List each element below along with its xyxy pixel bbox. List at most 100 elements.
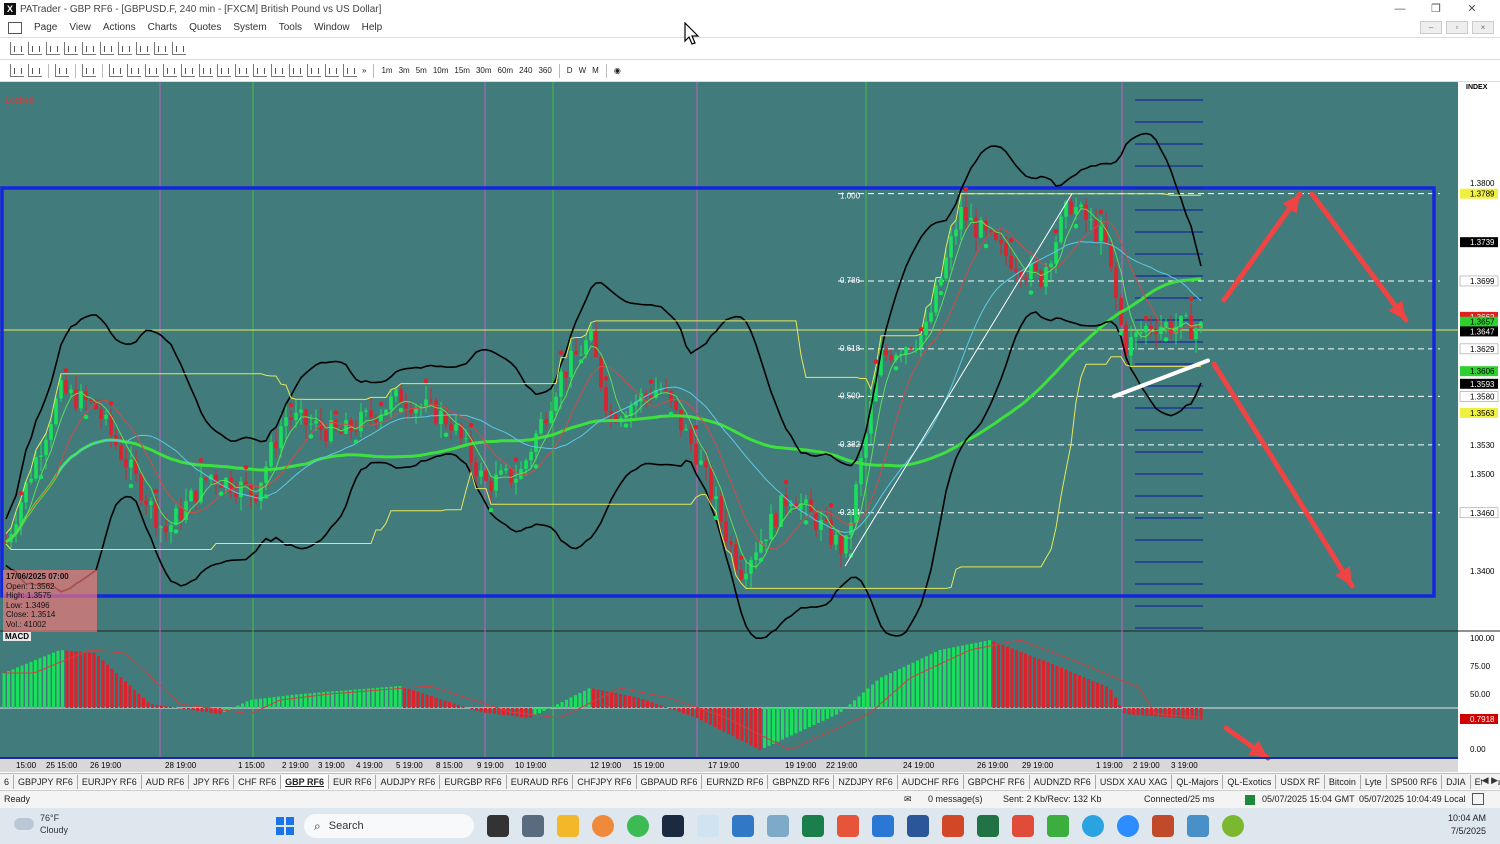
menu-actions[interactable]: Actions bbox=[97, 18, 142, 38]
kagi-chart-icon[interactable] bbox=[136, 42, 150, 55]
file-explorer-icon[interactable] bbox=[556, 815, 579, 837]
mdi-minimize-button[interactable]: – bbox=[1420, 21, 1442, 34]
symbol-tab[interactable]: EURJPY RF6 bbox=[78, 774, 142, 789]
menu-charts[interactable]: Charts bbox=[142, 18, 183, 38]
zoom-icon[interactable] bbox=[1116, 815, 1139, 837]
speed-lines-icon[interactable] bbox=[343, 64, 357, 77]
vertical-line-icon[interactable] bbox=[145, 64, 159, 77]
horizontal-line-icon[interactable] bbox=[127, 64, 141, 77]
app-orange-icon[interactable] bbox=[591, 815, 614, 837]
app-c-green-icon[interactable] bbox=[1046, 815, 1069, 837]
symbol-tab[interactable]: EUR RF6 bbox=[329, 774, 377, 789]
up-arrow-tool-icon[interactable] bbox=[10, 64, 24, 77]
task-view-icon[interactable] bbox=[486, 815, 509, 837]
taskbar-search[interactable]: ⌕ Search bbox=[304, 814, 474, 838]
symbol-tab[interactable]: GBP RF6 bbox=[281, 774, 329, 789]
toolbar-more-icon[interactable]: » bbox=[359, 64, 369, 78]
symbol-tab[interactable]: QL-Exotics bbox=[1223, 774, 1277, 789]
taskbar-clock[interactable]: 10:04 AM 7/5/2025 bbox=[1448, 812, 1486, 838]
minimize-button[interactable]: — bbox=[1382, 0, 1418, 18]
histogram-chart-icon[interactable] bbox=[172, 42, 186, 55]
close-button[interactable]: ✕ bbox=[1454, 0, 1490, 18]
symbol-tab[interactable]: GBPCHF RF6 bbox=[964, 774, 1030, 789]
mdi-close-button[interactable]: × bbox=[1472, 21, 1494, 34]
app-toolbox-icon[interactable] bbox=[1151, 815, 1174, 837]
symbol-tab[interactable]: EURAUD RF6 bbox=[507, 774, 574, 789]
notes-app-icon[interactable] bbox=[731, 815, 754, 837]
ohlc-chart-icon[interactable] bbox=[46, 42, 60, 55]
tf-3m-button[interactable]: 3m bbox=[396, 64, 413, 78]
resize-grip-icon[interactable] bbox=[1472, 793, 1484, 805]
tf-240-button[interactable]: 240 bbox=[516, 64, 535, 78]
tf-1m-button[interactable]: 1m bbox=[378, 64, 395, 78]
tf-15m-button[interactable]: 15m bbox=[451, 64, 473, 78]
symbol-tab[interactable]: QL-Majors bbox=[1172, 774, 1224, 789]
mdi-restore-button[interactable]: ▫ bbox=[1446, 21, 1468, 34]
symbol-tab[interactable]: CHF RF6 bbox=[234, 774, 282, 789]
symbol-tab[interactable]: Lyte bbox=[1361, 774, 1387, 789]
symbol-tab[interactable]: Bitcoin bbox=[1325, 774, 1361, 789]
app-w-icon[interactable] bbox=[1221, 815, 1244, 837]
app-s-red-icon[interactable] bbox=[836, 815, 859, 837]
renko-chart-icon[interactable] bbox=[118, 42, 132, 55]
chart-app-icon[interactable] bbox=[696, 815, 719, 837]
symbol-tab[interactable]: EURNZD RF6 bbox=[702, 774, 769, 789]
menu-system[interactable]: System bbox=[227, 18, 272, 38]
windows-start-icon[interactable] bbox=[276, 817, 294, 835]
symbol-tab[interactable]: GBPNZD RF6 bbox=[768, 774, 835, 789]
symbol-tab[interactable]: AUDNZD RF6 bbox=[1030, 774, 1096, 789]
menu-window[interactable]: Window bbox=[308, 18, 356, 38]
symbol-tab[interactable]: NZDJPY RF6 bbox=[834, 774, 898, 789]
store-icon[interactable] bbox=[1186, 815, 1209, 837]
crosshair-icon[interactable] bbox=[82, 64, 96, 77]
tf-360-button[interactable]: 360 bbox=[535, 64, 554, 78]
menu-quotes[interactable]: Quotes bbox=[183, 18, 227, 38]
symbol-tab[interactable]: DJIA bbox=[1442, 774, 1471, 789]
gann-icon[interactable] bbox=[325, 64, 339, 77]
symbol-tab[interactable]: USDX XAU XAG bbox=[1096, 774, 1173, 789]
calculator-icon[interactable] bbox=[521, 815, 544, 837]
stock-app-icon[interactable] bbox=[801, 815, 824, 837]
bar-chart-icon[interactable] bbox=[10, 42, 24, 55]
fibonacci-extension-icon[interactable] bbox=[235, 64, 249, 77]
volume-chart-icon[interactable] bbox=[154, 42, 168, 55]
symbol-tab[interactable]: CHFJPY RF6 bbox=[573, 774, 637, 789]
menu-tools[interactable]: Tools bbox=[273, 18, 308, 38]
pitchfork-icon[interactable] bbox=[253, 64, 267, 77]
tf-daily-button[interactable]: D bbox=[564, 64, 576, 78]
trendline-icon[interactable] bbox=[163, 64, 177, 77]
trading-app-icon[interactable] bbox=[661, 815, 684, 837]
excel-icon[interactable] bbox=[976, 815, 999, 837]
price-chart[interactable]: 1.0000.7860.6180.5000.3820.214INDEX100.0… bbox=[0, 82, 1500, 772]
tf-10m-button[interactable]: 10m bbox=[430, 64, 452, 78]
symbol-tab[interactable]: AUD RF6 bbox=[142, 774, 190, 789]
indicator-icon[interactable] bbox=[55, 64, 69, 77]
symbol-tab[interactable]: 6 bbox=[0, 774, 15, 789]
candle-chart-icon[interactable] bbox=[28, 42, 42, 55]
tf-weekly-button[interactable]: W bbox=[576, 64, 590, 78]
menu-help[interactable]: Help bbox=[356, 18, 389, 38]
chart-page-icon[interactable] bbox=[8, 21, 22, 34]
text-tool-icon[interactable] bbox=[307, 64, 321, 77]
symbol-tab[interactable]: AUDCHF RF6 bbox=[898, 774, 964, 789]
symbol-tab[interactable]: USDX RF bbox=[1276, 774, 1325, 789]
rectangle-icon[interactable] bbox=[289, 64, 303, 77]
maximize-button[interactable]: ❐ bbox=[1418, 0, 1454, 18]
powerpoint-icon[interactable] bbox=[941, 815, 964, 837]
chrome-icon[interactable] bbox=[626, 815, 649, 837]
symbol-tab[interactable]: SP500 RF6 bbox=[1387, 774, 1443, 789]
pointer-icon[interactable] bbox=[109, 64, 123, 77]
weather-widget[interactable]: 76°F Cloudy bbox=[14, 812, 68, 836]
tab-scroll-arrows-icon[interactable]: ◀ ▶ bbox=[1481, 775, 1498, 786]
telegram-icon[interactable] bbox=[1081, 815, 1104, 837]
fibonacci-retracement-icon[interactable] bbox=[217, 64, 231, 77]
tf-30m-button[interactable]: 30m bbox=[473, 64, 495, 78]
point-figure-icon[interactable] bbox=[100, 42, 114, 55]
symbol-tab[interactable]: EURGBP RF6 bbox=[440, 774, 507, 789]
app-c-red-icon[interactable] bbox=[1011, 815, 1034, 837]
clock-icon[interactable]: ◉ bbox=[611, 64, 624, 78]
area-chart-icon[interactable] bbox=[82, 42, 96, 55]
chart-area[interactable]: 1.000 0.786 0.618 0.500 0.382 0.214 INDEX 100.0… bbox=[0, 82, 1500, 772]
menu-view[interactable]: View bbox=[63, 18, 97, 38]
symbol-tab[interactable]: JPY RF6 bbox=[189, 774, 235, 789]
